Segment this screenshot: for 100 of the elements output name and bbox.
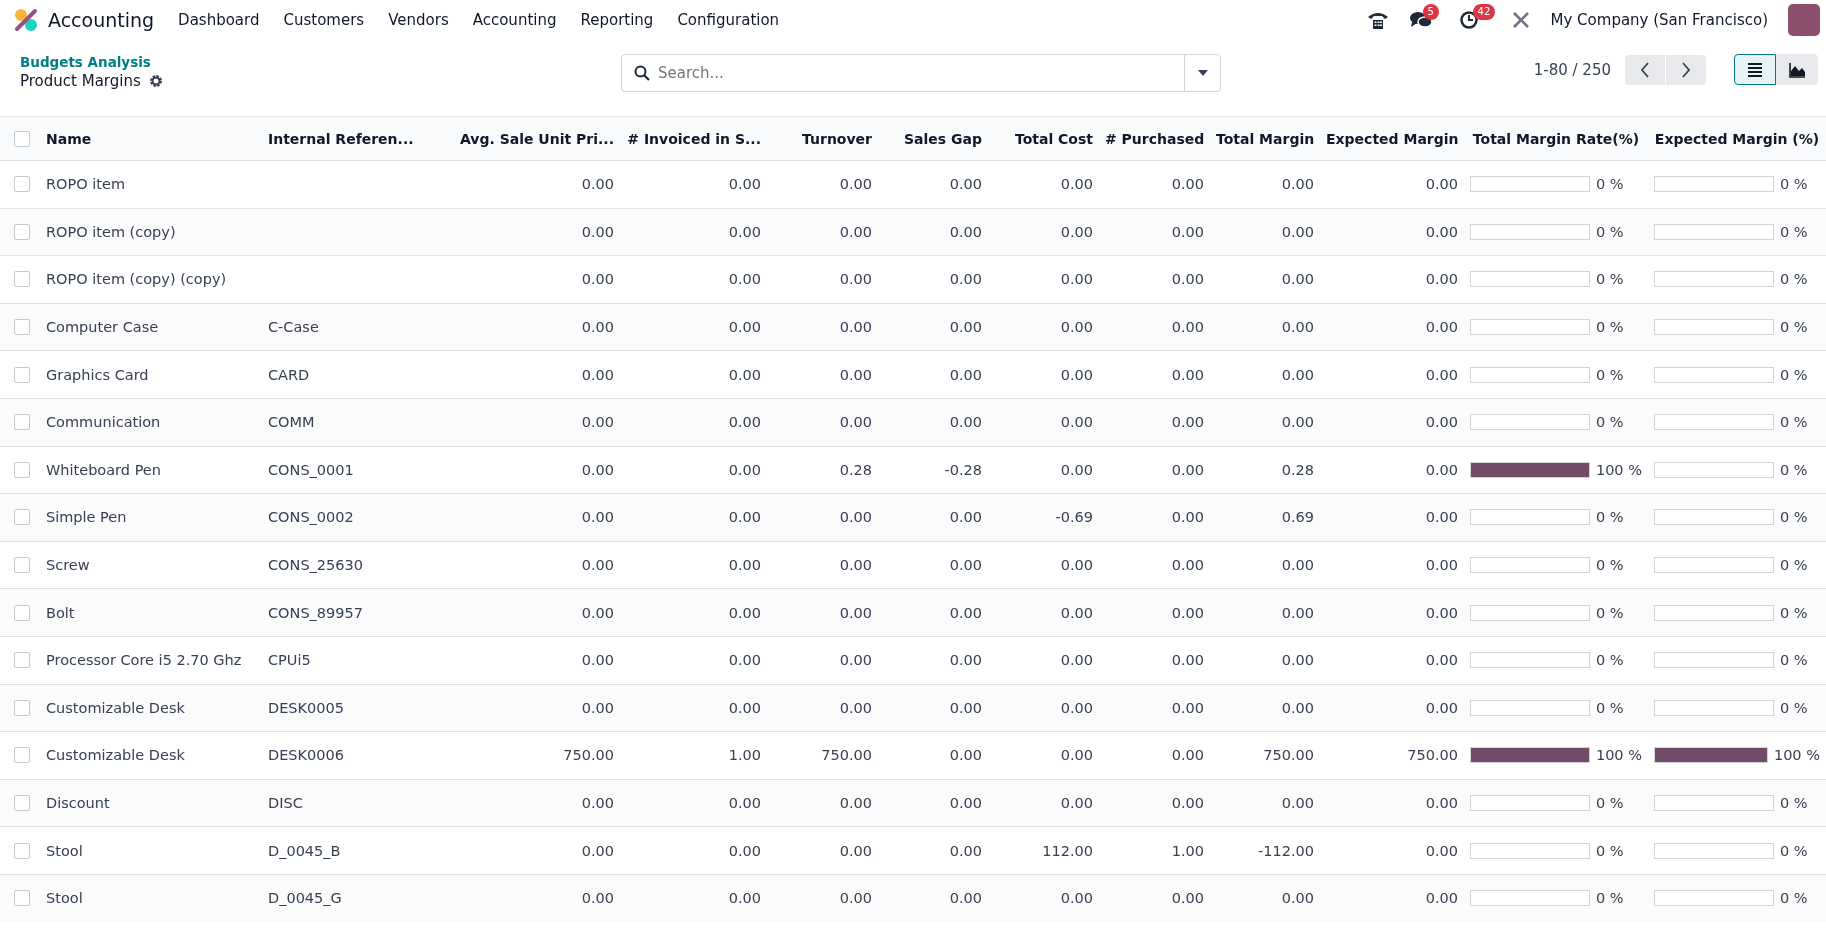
row-checkbox[interactable]	[14, 795, 30, 811]
number-cell: 0.00	[440, 398, 620, 447]
number-cell: 0.00	[988, 636, 1099, 685]
row-checkbox[interactable]	[14, 652, 30, 669]
percentage-text: 0 %	[1780, 890, 1808, 907]
row-checkbox[interactable]	[14, 699, 30, 716]
number-cell: 0.00	[1099, 684, 1210, 732]
percentage-text: 100 %	[1773, 747, 1820, 764]
column-header[interactable]: Avg. Sale Unit Pri...	[440, 116, 620, 161]
number-cell: 0.00	[1320, 160, 1464, 209]
percentage-text: 0 %	[1780, 176, 1808, 193]
clock-icon[interactable]	[1458, 9, 1479, 30]
number-cell: 0.00	[767, 826, 878, 875]
graph-view-button[interactable]	[1776, 54, 1818, 85]
reference-cell: D_0045_G	[268, 890, 342, 907]
company-switcher[interactable]: My Company (San Francisco)	[1550, 10, 1768, 29]
number-cell: 0.00	[878, 731, 988, 780]
number-cell: 0.00	[767, 874, 878, 922]
percentage-text: 0 %	[1780, 271, 1808, 288]
number-cell: 112.00	[988, 826, 1099, 875]
row-checkbox[interactable]	[14, 366, 30, 383]
number-cell: 0.00	[1099, 255, 1210, 304]
row-checkbox[interactable]	[14, 414, 30, 431]
column-header[interactable]: Turnover	[767, 116, 878, 161]
number-cell: 0.00	[988, 160, 1099, 209]
row-checkbox[interactable]	[14, 557, 30, 574]
column-header[interactable]: Name	[40, 116, 262, 161]
number-cell: 0.00	[1320, 208, 1464, 256]
percentage-text: 0 %	[1596, 652, 1624, 669]
row-checkbox[interactable]	[14, 271, 30, 288]
column-header[interactable]: Total Margin	[1210, 116, 1320, 161]
number-cell: 750.00	[1210, 731, 1320, 780]
number-cell: 0.00	[1320, 636, 1464, 685]
percentage-text: 0 %	[1780, 795, 1808, 811]
number-cell: 0.00	[1320, 446, 1464, 494]
menu-item[interactable]: Accounting	[460, 10, 569, 29]
column-header[interactable]: Total Margin Rate(%)	[1464, 116, 1648, 161]
number-cell: 0.00	[767, 255, 878, 304]
column-header[interactable]: Sales Gap	[878, 116, 988, 161]
pager-value[interactable]: 1-80 / 250	[1533, 60, 1611, 79]
menu-item[interactable]: Reporting	[568, 10, 666, 29]
product-name-cell: ROPO item (copy) (copy)	[40, 255, 262, 304]
gear-icon[interactable]	[148, 74, 163, 88]
breadcrumb-link[interactable]: Budgets Analysis	[20, 54, 620, 70]
column-header[interactable]: Internal Referen...	[262, 116, 440, 161]
app-name[interactable]: Accounting	[48, 8, 155, 31]
column-header[interactable]: # Purchased	[1099, 116, 1210, 161]
number-cell: 0.00	[440, 588, 620, 637]
percentage-text: 0 %	[1780, 699, 1808, 716]
number-cell: 0.00	[1210, 684, 1320, 732]
column-header[interactable]: # Invoiced in S...	[620, 116, 767, 161]
row-checkbox[interactable]	[14, 509, 30, 526]
product-name-cell: Bolt	[40, 588, 262, 637]
app-logo-icon[interactable]	[14, 7, 38, 32]
menu-item[interactable]: Dashboard	[166, 10, 272, 29]
column-header[interactable]: Total Cost	[988, 116, 1099, 161]
number-cell: 0.00	[878, 208, 988, 256]
user-avatar[interactable]	[1788, 3, 1820, 36]
number-cell: 0.00	[1099, 350, 1210, 399]
select-all-checkbox[interactable]	[14, 130, 30, 147]
number-cell: 0.00	[440, 160, 620, 209]
row-checkbox[interactable]	[14, 461, 30, 478]
number-cell: 0.00	[1320, 588, 1464, 637]
number-cell: 0.00	[878, 779, 988, 827]
number-cell: 0.00	[620, 636, 767, 685]
previous-page-button[interactable]	[1625, 54, 1665, 85]
number-cell: 0.00	[1099, 303, 1210, 351]
row-checkbox[interactable]	[14, 604, 30, 621]
percentage-text: 0 %	[1596, 176, 1624, 193]
search-field[interactable]: Search...	[621, 54, 1221, 92]
percentage-text: 0 %	[1780, 842, 1808, 859]
row-checkbox[interactable]	[14, 747, 30, 764]
number-cell: 0.00	[988, 731, 1099, 780]
reference-cell: CONS_25630	[268, 557, 363, 574]
column-header[interactable]: Expected Margin (%)	[1648, 116, 1826, 161]
next-page-button[interactable]	[1666, 54, 1706, 85]
percentage-text: 0 %	[1596, 604, 1624, 621]
menu-item[interactable]: Configuration	[665, 10, 792, 29]
menu-item[interactable]: Vendors	[376, 10, 461, 29]
number-cell: 0.00	[878, 255, 988, 304]
reference-cell: D_0045_B	[268, 842, 341, 859]
number-cell: 0.00	[988, 398, 1099, 447]
row-checkbox[interactable]	[14, 223, 30, 240]
list-view-button[interactable]	[1734, 54, 1776, 85]
column-header[interactable]: Expected Margin	[1320, 116, 1464, 161]
number-cell: 0.00	[620, 160, 767, 209]
menu-item[interactable]: Customers	[271, 10, 377, 29]
number-cell: 0.00	[988, 588, 1099, 637]
row-checkbox[interactable]	[14, 319, 30, 336]
number-cell: 0.00	[1210, 398, 1320, 447]
row-checkbox[interactable]	[14, 176, 30, 193]
row-checkbox[interactable]	[14, 890, 30, 907]
number-cell: 0.00	[620, 350, 767, 399]
number-cell: 1.00	[1099, 826, 1210, 875]
number-cell: 750.00	[767, 731, 878, 780]
number-cell: 0.00	[878, 303, 988, 351]
reference-cell: DESK0005	[268, 699, 344, 716]
number-cell: 0.00	[1099, 874, 1210, 922]
number-cell: 0.00	[1099, 446, 1210, 494]
row-checkbox[interactable]	[14, 842, 30, 859]
